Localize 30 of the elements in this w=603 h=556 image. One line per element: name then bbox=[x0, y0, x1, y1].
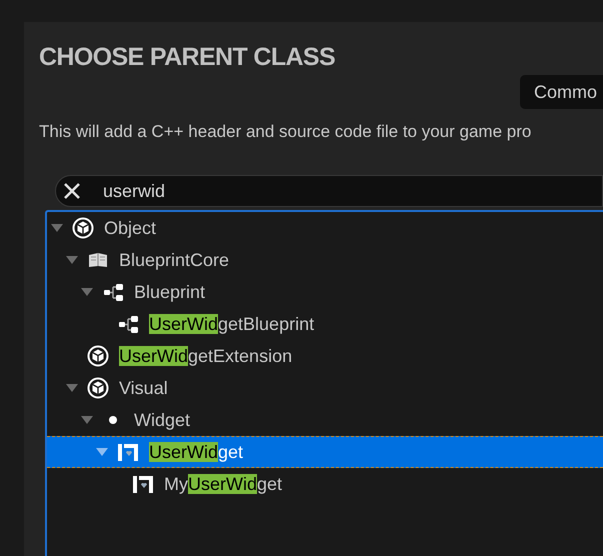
class-name: Blueprint bbox=[134, 280, 206, 304]
class-name: MyUserWidget bbox=[164, 472, 282, 496]
search-field[interactable]: userwid bbox=[55, 175, 603, 207]
node-graph-icon bbox=[102, 281, 124, 303]
tree-item[interactable]: Widget bbox=[47, 404, 603, 436]
dialog-title: CHOOSE PARENT CLASS bbox=[39, 42, 336, 72]
tree-item[interactable]: Blueprint bbox=[47, 276, 603, 308]
class-name: BlueprintCore bbox=[119, 248, 230, 272]
cube-icon bbox=[72, 217, 94, 239]
tree-item[interactable]: Visual bbox=[47, 372, 603, 404]
tree-item[interactable]: UserWidgetExtension bbox=[47, 340, 603, 372]
class-name: UserWidgetExtension bbox=[119, 344, 292, 368]
description-text: This will add a C++ header and source code file to your game pro bbox=[39, 121, 532, 143]
clear-icon[interactable] bbox=[63, 182, 81, 200]
class-name: UserWidget bbox=[149, 440, 244, 464]
tree-item[interactable]: MyUserWidget bbox=[47, 468, 603, 500]
tree-item[interactable]: BlueprintCore bbox=[47, 244, 603, 276]
common-classes-button[interactable]: Commo bbox=[520, 75, 603, 109]
class-name: Object bbox=[104, 216, 156, 240]
class-name: Widget bbox=[134, 408, 190, 432]
class-name: Visual bbox=[119, 376, 168, 400]
widget-icon bbox=[132, 473, 154, 495]
tree-item[interactable]: Object bbox=[47, 212, 603, 244]
cube-icon bbox=[87, 345, 109, 367]
node-graph-icon bbox=[117, 313, 139, 335]
tree-item[interactable]: UserWidget bbox=[47, 436, 603, 468]
widget-icon bbox=[117, 441, 139, 463]
cube-icon bbox=[87, 377, 109, 399]
tree-item[interactable]: UserWidgetBlueprint bbox=[47, 308, 603, 340]
class-name: UserWidgetBlueprint bbox=[149, 312, 314, 336]
